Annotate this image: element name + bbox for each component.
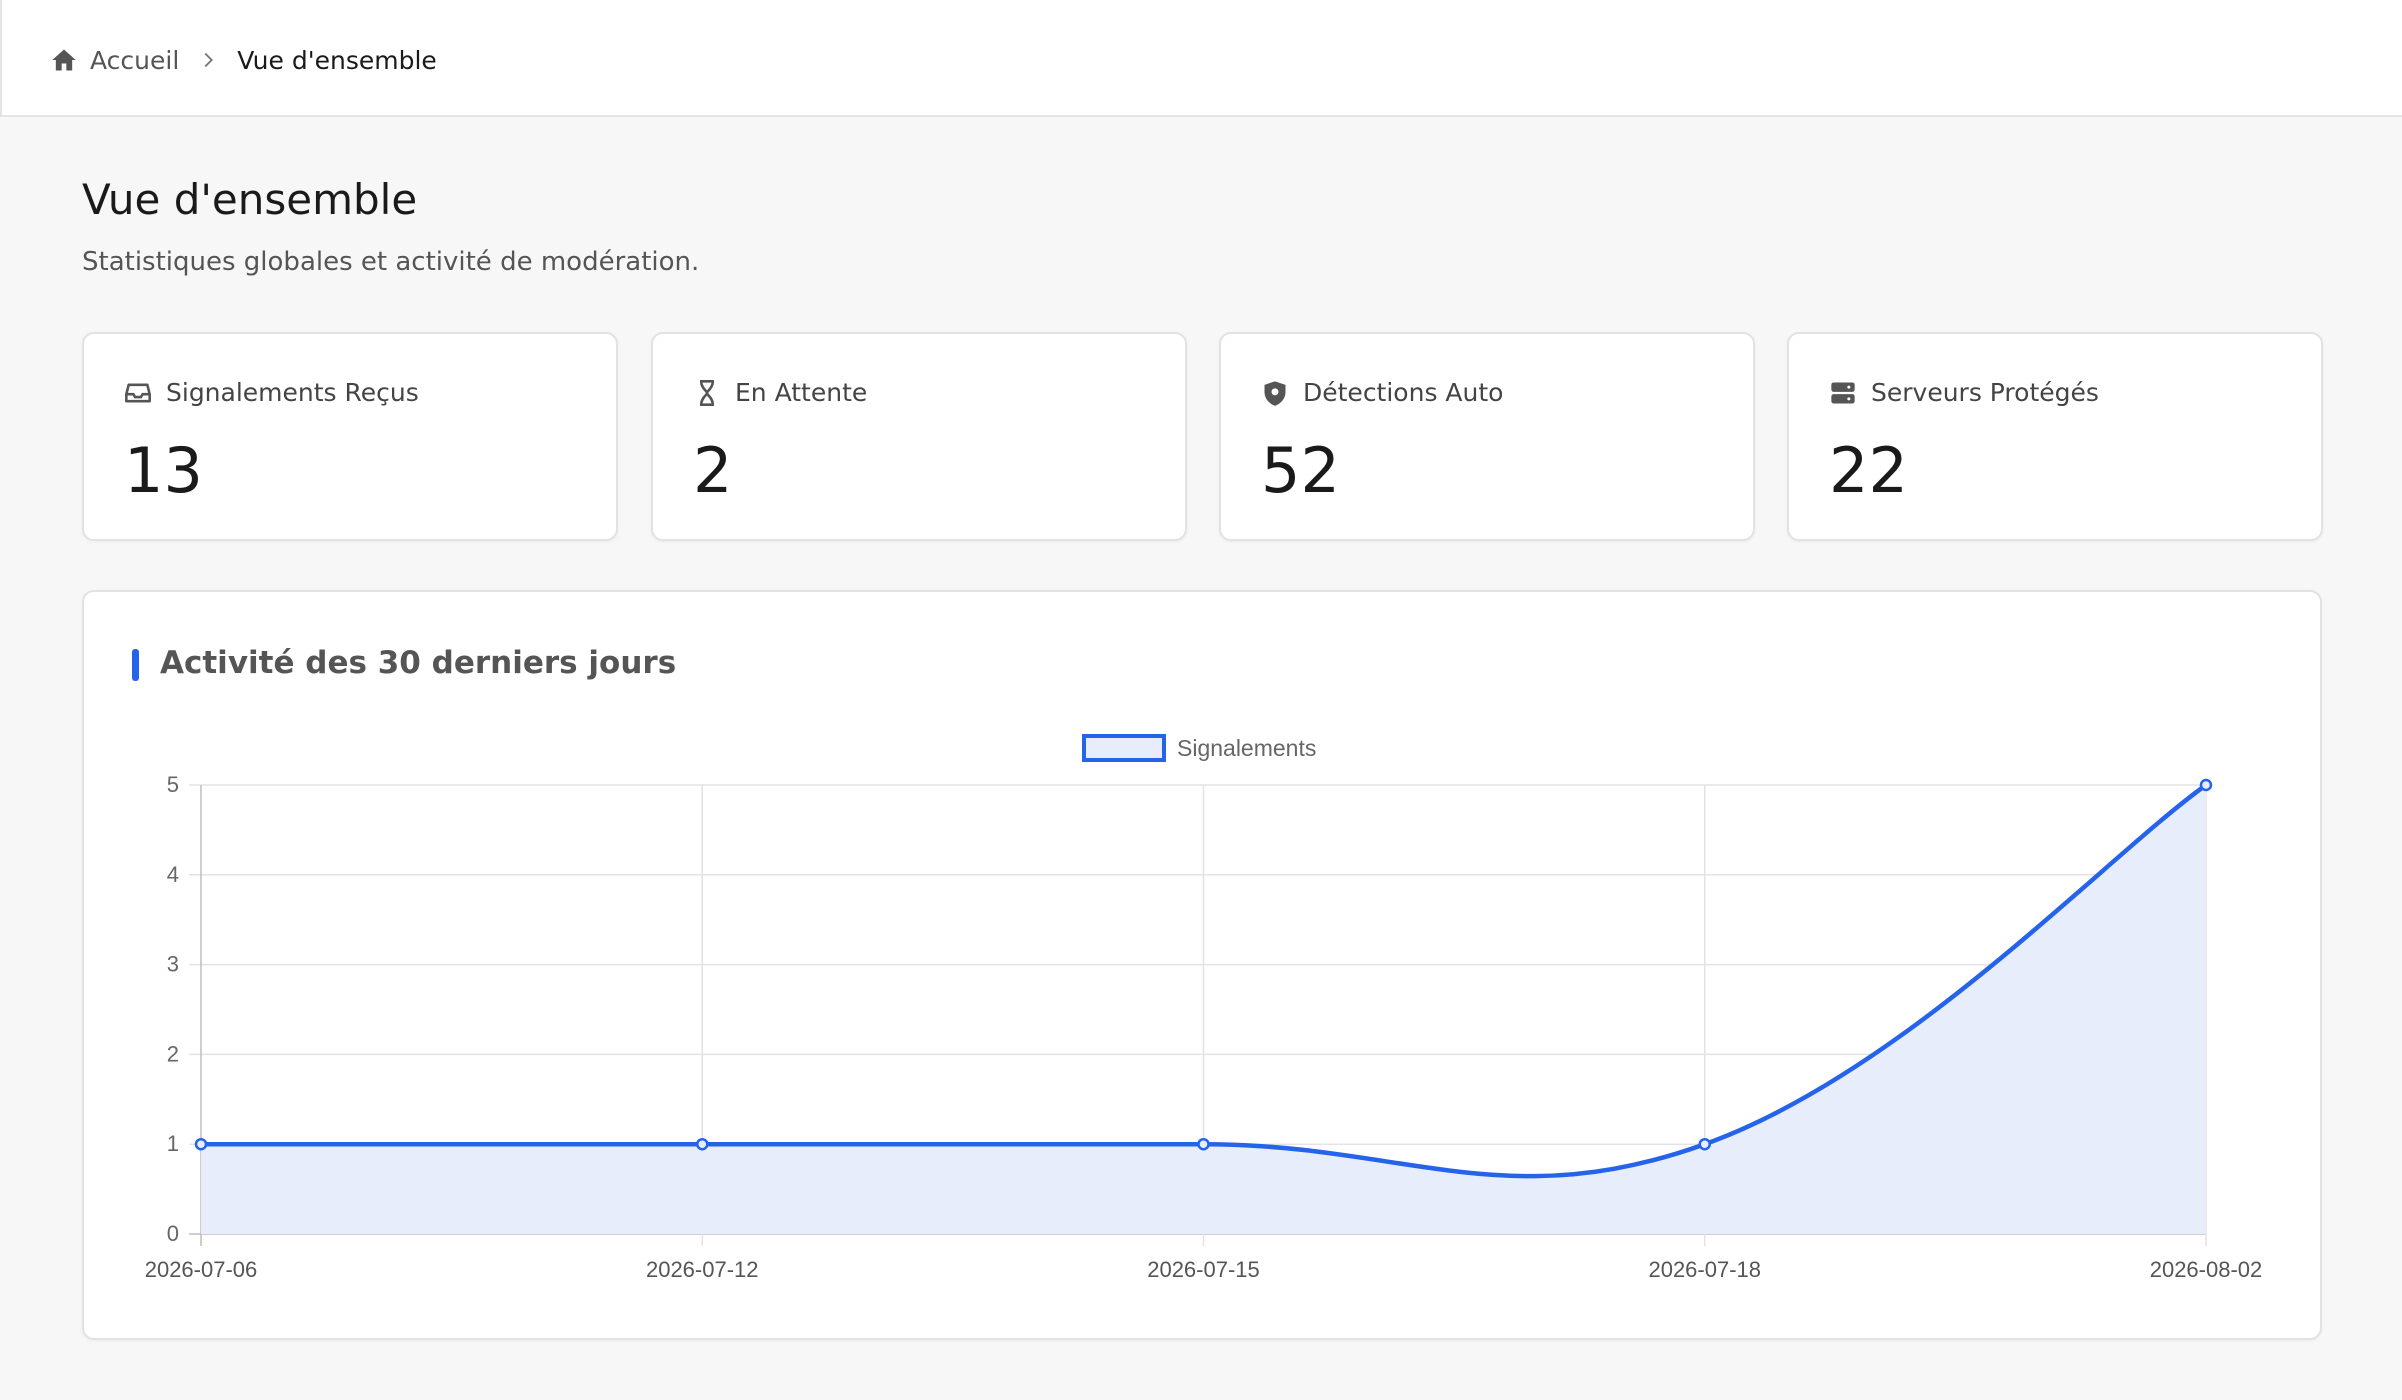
activity-chart-card: Activité des 30 derniers jours 0 1 2 3 4 5 202… bbox=[82, 590, 2322, 1340]
stat-header: Serveurs Protégés bbox=[1829, 378, 2099, 407]
stat-card-reports: Signalements Reçus 13 bbox=[82, 332, 618, 541]
data-point bbox=[696, 1137, 709, 1151]
stat-label: Serveurs Protégés bbox=[1871, 378, 2099, 407]
chevron-right-icon bbox=[204, 52, 214, 68]
stat-card-pending: En Attente 2 bbox=[651, 332, 1187, 541]
y-tick-label: 2 bbox=[167, 1041, 179, 1066]
data-point bbox=[2199, 778, 2213, 792]
stat-header: Détections Auto bbox=[1261, 378, 1503, 407]
data-point bbox=[1197, 1137, 1210, 1151]
breadcrumb-current: Vue d'ensemble bbox=[237, 45, 437, 75]
y-tick-label: 4 bbox=[167, 862, 179, 887]
data-point bbox=[1698, 1137, 1711, 1151]
y-tick-label: 1 bbox=[167, 1131, 179, 1156]
top-bar: Accueil Vue d'ensemble bbox=[0, 0, 2402, 117]
stat-label: Signalements Reçus bbox=[166, 378, 419, 407]
legend-label: Signalements bbox=[1177, 735, 1316, 761]
x-tick-label: 2026-07-15 bbox=[1147, 1257, 1260, 1282]
stat-card-protected-servers: Serveurs Protégés 22 bbox=[1787, 332, 2323, 541]
activity-chart: 0 1 2 3 4 5 2026-07-06 2026-07-12 2026-07-15 2026… bbox=[145, 734, 2263, 1282]
stat-label: En Attente bbox=[735, 378, 868, 407]
server-icon bbox=[1831, 382, 1855, 403]
x-tick-label: 2026-08-02 bbox=[2150, 1257, 2263, 1282]
breadcrumb: Accueil Vue d'ensemble bbox=[50, 40, 437, 80]
legend-swatch bbox=[1082, 734, 1166, 762]
page-subtitle: Statistiques globales et activité de mod… bbox=[82, 247, 700, 277]
x-tick-label: 2026-07-12 bbox=[646, 1257, 759, 1282]
inbox-icon bbox=[125, 383, 151, 402]
breadcrumb-home-link[interactable]: Accueil bbox=[90, 46, 179, 75]
stat-value: 52 bbox=[1261, 434, 1340, 507]
stat-value: 22 bbox=[1829, 434, 1908, 507]
shield-icon bbox=[1264, 380, 1286, 406]
x-tick-label: 2026-07-18 bbox=[1648, 1257, 1761, 1282]
stat-card-auto-detections: Détections Auto 52 bbox=[1219, 332, 1755, 541]
stat-header: Signalements Reçus bbox=[124, 378, 419, 407]
y-tick-label: 0 bbox=[167, 1221, 179, 1246]
stat-value: 2 bbox=[693, 434, 733, 507]
stat-value: 13 bbox=[124, 434, 203, 507]
stat-header: En Attente bbox=[693, 378, 867, 407]
x-tick-label: 2026-07-06 bbox=[145, 1257, 258, 1282]
page-title: Vue d'ensemble bbox=[82, 175, 418, 224]
data-point bbox=[194, 1137, 208, 1151]
hourglass-icon bbox=[699, 379, 715, 406]
y-tick-label: 3 bbox=[167, 952, 179, 977]
home-icon[interactable] bbox=[50, 46, 78, 74]
stat-label: Détections Auto bbox=[1303, 378, 1504, 407]
y-tick-label: 5 bbox=[167, 772, 179, 797]
